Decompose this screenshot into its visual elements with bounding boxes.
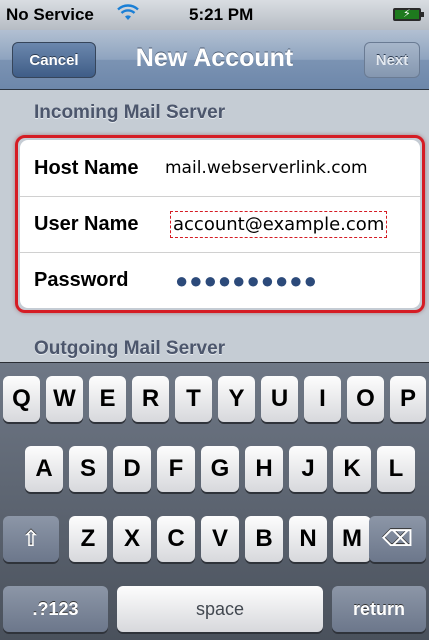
key-p[interactable]: P: [390, 376, 426, 422]
delete-key[interactable]: ⌫: [369, 516, 426, 562]
key-v[interactable]: V: [201, 516, 239, 562]
key-m[interactable]: M: [333, 516, 371, 562]
key-b[interactable]: B: [245, 516, 283, 562]
next-button[interactable]: Next: [364, 42, 420, 78]
key-t[interactable]: T: [175, 376, 212, 422]
key-e[interactable]: E: [89, 376, 126, 422]
key-c[interactable]: C: [157, 516, 195, 562]
outgoing-section-header: Outgoing Mail Server: [34, 338, 226, 359]
status-time: 5:21 PM: [189, 5, 254, 24]
key-h[interactable]: H: [245, 446, 283, 492]
key-d[interactable]: D: [113, 446, 151, 492]
key-r[interactable]: R: [132, 376, 169, 422]
key-s[interactable]: S: [69, 446, 107, 492]
shift-key[interactable]: ⇧: [3, 516, 59, 562]
navigation-bar: Cancel New Account Next: [0, 30, 429, 90]
incoming-section-header: Incoming Mail Server: [34, 102, 226, 123]
key-y[interactable]: Y: [218, 376, 255, 422]
key-j[interactable]: J: [289, 446, 327, 492]
return-key[interactable]: return: [332, 586, 426, 632]
carrier-label: No Service: [6, 5, 94, 24]
key-q[interactable]: Q: [3, 376, 40, 422]
key-a[interactable]: A: [25, 446, 63, 492]
key-k[interactable]: K: [333, 446, 371, 492]
key-o[interactable]: O: [347, 376, 384, 422]
key-w[interactable]: W: [46, 376, 83, 422]
key-u[interactable]: U: [261, 376, 298, 422]
status-bar: No Service 5:21 PM ⚡: [0, 0, 429, 30]
numbers-key[interactable]: .?123: [3, 586, 108, 632]
key-f[interactable]: F: [157, 446, 195, 492]
key-l[interactable]: L: [377, 446, 415, 492]
key-z[interactable]: Z: [69, 516, 107, 562]
keyboard: Q W E R T Y U I O P A S D F G H J K L ⇧ …: [0, 362, 429, 640]
key-i[interactable]: I: [304, 376, 341, 422]
battery-icon: ⚡: [393, 8, 424, 21]
key-n[interactable]: N: [289, 516, 327, 562]
key-g[interactable]: G: [201, 446, 239, 492]
space-key[interactable]: space: [117, 586, 323, 632]
wifi-icon: [117, 4, 139, 20]
key-x[interactable]: X: [113, 516, 151, 562]
highlight-annotation: [15, 135, 425, 313]
